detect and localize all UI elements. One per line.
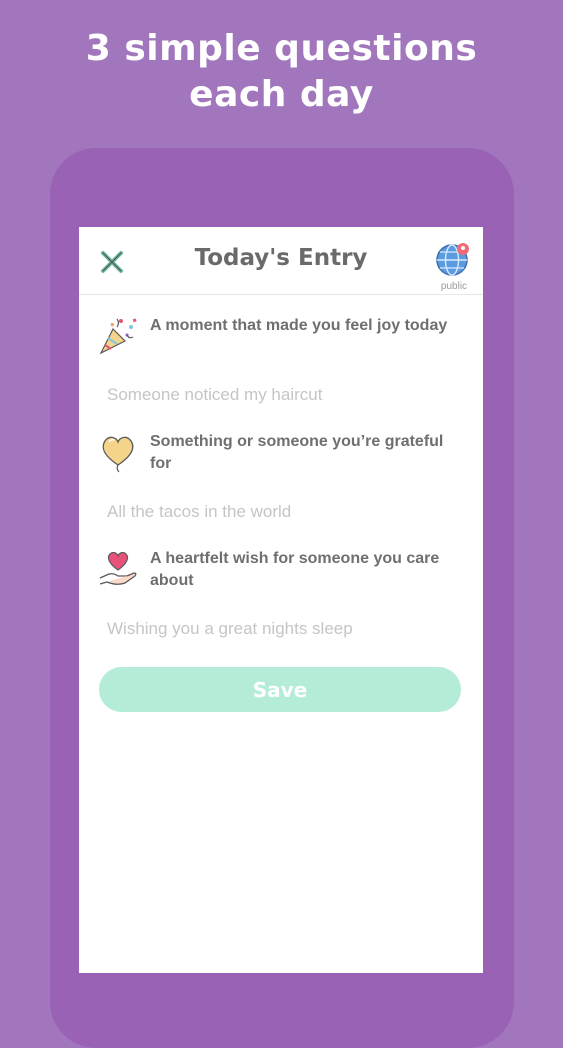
headline-line-1: 3 simple questions [85,28,478,69]
promo-headline: 3 simple questions each day [0,26,563,118]
question-2-prompt: Something or someone you’re grateful for [150,433,444,472]
visibility-label: public [440,281,468,292]
party-popper-icon [99,318,137,355]
visibility-toggle-button[interactable]: public [429,241,479,293]
save-button[interactable]: Save [99,667,461,712]
globe-icon [436,243,469,276]
heart-in-hand-icon [99,551,137,585]
question-3: A heartfelt wish for someone you care ab… [97,548,467,598]
top-bar: Today's Entry public [79,227,483,295]
close-x-icon [101,251,123,273]
question-1: A moment that made you feel joy today [97,315,467,365]
question-1-prompt: A moment that made you feel joy today [150,317,448,334]
heart-balloon-icon [102,436,134,473]
question-2: Something or someone you’re grateful for [97,431,467,481]
page-title: Today's Entry [194,245,368,271]
question-2-answer-input[interactable] [107,497,447,527]
question-3-prompt: A heartfelt wish for someone you care ab… [150,550,440,589]
close-button[interactable] [97,247,127,277]
question-3-answer-input[interactable] [107,614,447,644]
headline-line-2: each day [189,74,374,115]
question-1-answer-input[interactable] [107,380,447,410]
app-screen: Today's Entry public A moment that made … [79,227,483,973]
